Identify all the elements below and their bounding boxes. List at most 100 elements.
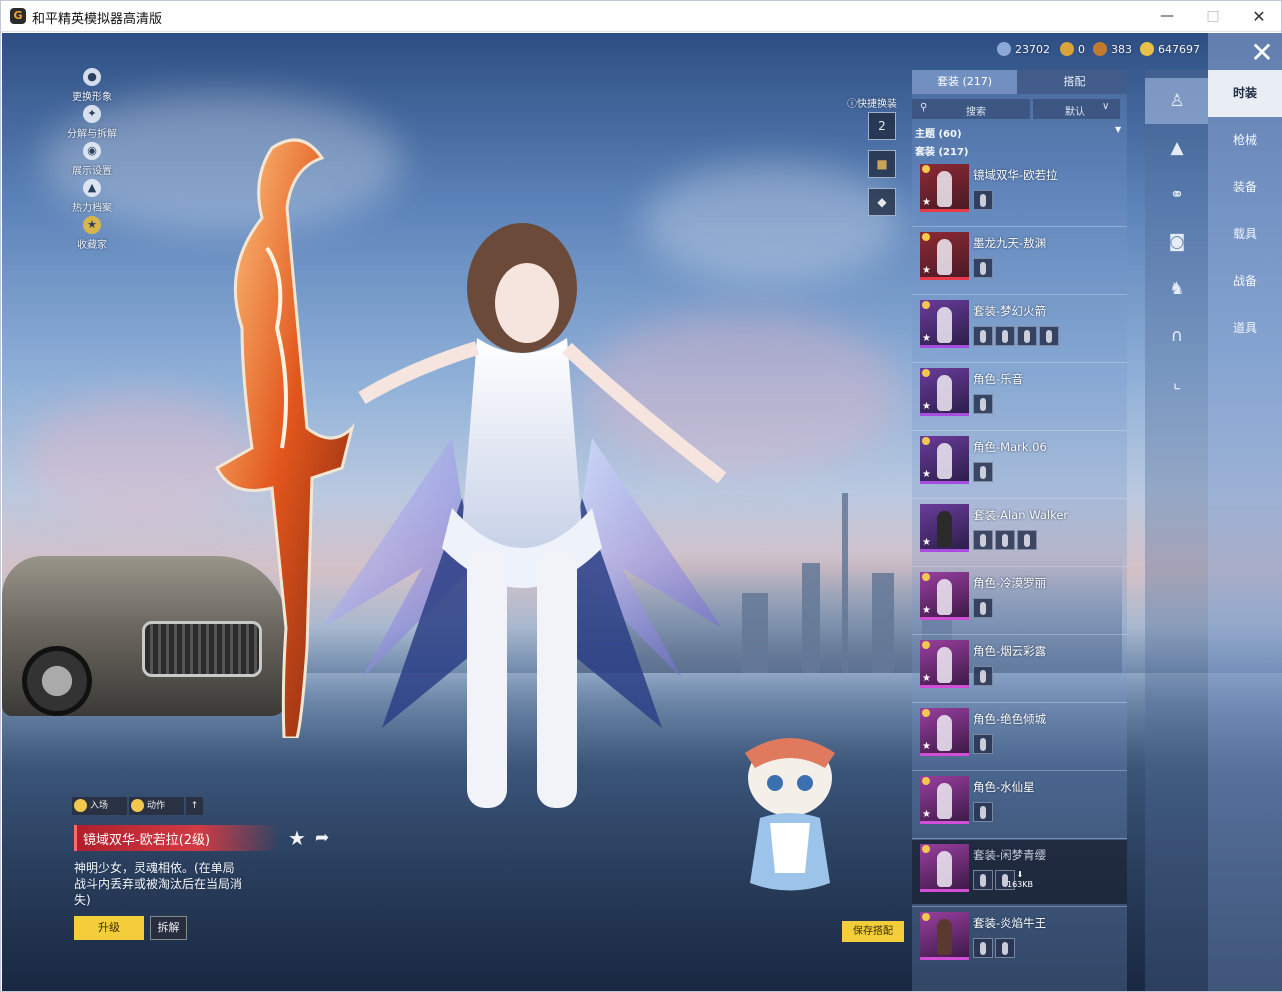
search-row: ⚲ 搜索 默认 ∨ bbox=[912, 99, 1127, 121]
divider bbox=[912, 770, 1127, 771]
download-icon: ⬇ bbox=[1016, 870, 1024, 879]
star-icon: ★ bbox=[922, 401, 931, 412]
currency-gold: 0 bbox=[1060, 42, 1085, 58]
list-item[interactable]: ★ 套装-Alan Walker bbox=[912, 500, 1127, 564]
app-window: G 和平精英模拟器高清版 — □ ✕ ● 更换形象 ✦ 分解与拆解 ◉ 展示设置… bbox=[0, 0, 1282, 992]
sort-dropdown[interactable]: 默认 ∨ bbox=[1033, 99, 1120, 119]
list-item[interactable]: ★ 角色-绝色倾城 bbox=[912, 704, 1127, 768]
theme-group-toggle[interactable]: 主题 (60) bbox=[915, 125, 962, 140]
share-icon[interactable]: ➦ bbox=[315, 828, 329, 848]
divider bbox=[912, 294, 1127, 295]
star-icon: ★ bbox=[922, 469, 931, 480]
dismantle-button[interactable]: 拆解 bbox=[150, 916, 187, 940]
category-pants[interactable]: ∩ bbox=[1145, 313, 1208, 359]
suit-group-label: 套装 (217) bbox=[915, 147, 969, 158]
category-shoes[interactable]: ⌞ bbox=[1145, 360, 1208, 406]
list-item[interactable]: ★ 角色-乐音 bbox=[912, 364, 1127, 428]
category-top[interactable]: ♞ bbox=[1145, 266, 1208, 312]
list-item[interactable]: ★ 角色-水仙星 bbox=[912, 772, 1127, 836]
entrance-animation-button[interactable]: 入场 bbox=[72, 797, 127, 815]
close-icon[interactable]: ✕ bbox=[1247, 39, 1277, 69]
equipped-check-icon bbox=[922, 165, 930, 173]
list-item[interactable]: ★ 镜域双华-欧若拉 bbox=[912, 160, 1127, 224]
item-thumbnail: ★ bbox=[920, 232, 969, 280]
item-parts bbox=[973, 666, 995, 686]
nav-vehicles[interactable]: 载具 bbox=[1208, 211, 1282, 258]
inventory-panel: 套装 (217) 搭配 ⚲ 搜索 默认 ∨ 主题 (60) ▼ 套装 (217)… bbox=[912, 70, 1127, 991]
car-wheel bbox=[22, 646, 92, 716]
list-item[interactable]: ★ 角色-Mark.06 bbox=[912, 432, 1127, 496]
list-item[interactable]: 套装-炎焰牛王 bbox=[912, 908, 1127, 972]
list-item[interactable]: ★ 墨龙九天-敖渊 bbox=[912, 228, 1127, 292]
window-close-button[interactable]: ✕ bbox=[1236, 1, 1282, 32]
save-outfit-button[interactable]: 保存搭配 bbox=[842, 921, 904, 942]
expand-button[interactable]: ↑ bbox=[186, 797, 203, 815]
maximize-button[interactable]: □ bbox=[1190, 1, 1236, 32]
item-name: 套装-Alan Walker bbox=[973, 508, 1069, 522]
collector-button[interactable]: ★ 收藏家 bbox=[62, 216, 122, 252]
item-title: 镜域双华-欧若拉(2级) bbox=[83, 833, 211, 848]
list-item[interactable]: 套装-闲梦青缨 ⬇ 163KB bbox=[912, 840, 1127, 904]
item-name: 墨龙九天-敖渊 bbox=[973, 236, 1047, 250]
minimize-button[interactable]: — bbox=[1144, 1, 1190, 32]
item-name: 角色-烟云彩露 bbox=[973, 644, 1047, 658]
item-thumbnail: ★ bbox=[920, 436, 969, 484]
bp-coin-icon bbox=[1140, 42, 1154, 56]
category-icon-column: ♙ ▲ ⚭ ◙ ♞ ∩ ⌞ bbox=[1145, 70, 1208, 991]
tab-outfit-combos[interactable]: 搭配 bbox=[1022, 70, 1127, 94]
divider bbox=[912, 226, 1127, 227]
divider bbox=[912, 838, 1127, 839]
nav-weapons[interactable]: 枪械 bbox=[1208, 117, 1282, 164]
nav-battle-prep[interactable]: 战备 bbox=[1208, 258, 1282, 305]
star-icon: ★ bbox=[922, 265, 931, 276]
item-parts bbox=[973, 326, 1061, 346]
change-appearance-button[interactable]: ● 更换形象 bbox=[62, 68, 122, 104]
divider bbox=[912, 634, 1127, 635]
search-input[interactable]: ⚲ 搜索 bbox=[912, 99, 1030, 119]
dismantle-menu-button[interactable]: ✦ 分解与拆解 bbox=[62, 105, 122, 141]
display-settings-button[interactable]: ◉ 展示设置 bbox=[62, 142, 122, 178]
category-mask[interactable]: ◙ bbox=[1145, 219, 1208, 265]
quick-change-slot[interactable]: ◆ bbox=[868, 188, 896, 216]
collector-badge-icon: ★ bbox=[83, 216, 101, 234]
star-icon: ★ bbox=[922, 537, 931, 548]
currency-bronze: 383 bbox=[1093, 42, 1132, 58]
item-thumbnail: ★ bbox=[920, 504, 969, 552]
list-item[interactable]: ★ 套装-梦幻火箭 bbox=[912, 296, 1127, 360]
star-icon: ★ bbox=[922, 741, 931, 752]
category-hat[interactable]: ▲ bbox=[1145, 125, 1208, 171]
body-icon: ♞ bbox=[1169, 279, 1185, 299]
quick-change-slot[interactable]: 2 bbox=[868, 112, 896, 140]
category-outfit[interactable]: ♙ bbox=[1145, 78, 1208, 124]
favorite-star-icon[interactable]: ★ bbox=[288, 826, 306, 850]
nav-equipment[interactable]: 装备 bbox=[1208, 164, 1282, 211]
item-name: 套装-闲梦青缨 bbox=[973, 848, 1047, 862]
download-button[interactable]: ⬇ 163KB bbox=[1007, 870, 1033, 890]
nav-fashion[interactable]: 时装 bbox=[1208, 70, 1282, 117]
divider bbox=[912, 498, 1127, 499]
category-glasses[interactable]: ⚭ bbox=[1145, 172, 1208, 218]
arrow-up-icon: ↑ bbox=[190, 801, 199, 811]
divider bbox=[912, 566, 1127, 567]
star-icon: ★ bbox=[922, 809, 931, 820]
crystal-currency-icon bbox=[997, 42, 1011, 56]
list-item[interactable]: ★ 角色-烟云彩露 bbox=[912, 636, 1127, 700]
list-item[interactable]: ★ 角色-冷漠罗丽 bbox=[912, 568, 1127, 632]
item-parts bbox=[973, 802, 995, 822]
right-category-nav: 时装 枪械 装备 载具 战备 道具 bbox=[1208, 33, 1282, 991]
title-bar: G 和平精英模拟器高清版 — □ ✕ bbox=[1, 1, 1281, 32]
divider bbox=[912, 362, 1127, 363]
person-icon: ● bbox=[83, 68, 101, 86]
action-animation-button[interactable]: 动作 bbox=[129, 797, 184, 815]
upgrade-button[interactable]: 升级 bbox=[74, 916, 144, 940]
item-thumbnail: ★ bbox=[920, 368, 969, 416]
quick-change-label[interactable]: ⓘ快捷换装 bbox=[847, 95, 897, 110]
heat-archive-button[interactable]: ▲ 热力档案 bbox=[62, 179, 122, 215]
caret-down-icon: ▼ bbox=[1115, 125, 1122, 134]
game-scene: ● 更换形象 ✦ 分解与拆解 ◉ 展示设置 ▲ 热力档案 ★ 收藏家 ⓘ快捷换装 bbox=[2, 33, 1282, 991]
nav-items[interactable]: 道具 bbox=[1208, 305, 1282, 352]
quick-change-slot[interactable]: ■ bbox=[868, 150, 896, 178]
item-parts bbox=[973, 190, 995, 210]
diamond-icon: ◆ bbox=[877, 195, 887, 209]
tab-suits[interactable]: 套装 (217) bbox=[912, 70, 1017, 94]
